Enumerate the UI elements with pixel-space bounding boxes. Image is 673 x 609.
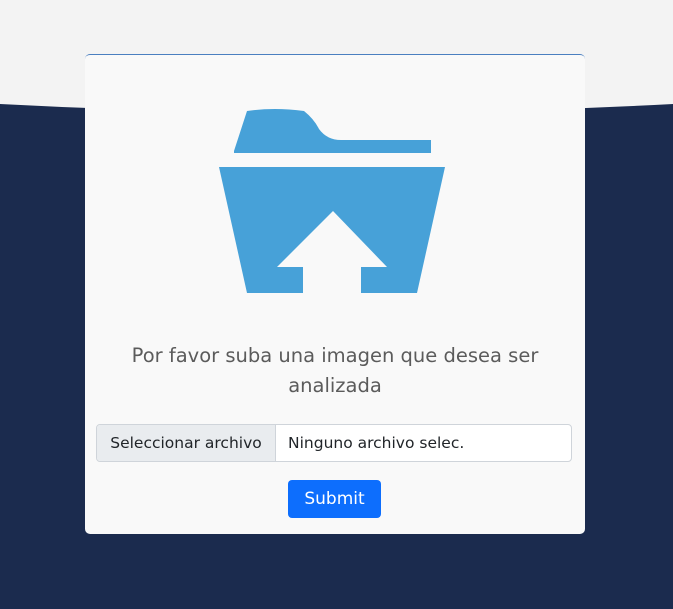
upload-prompt: Por favor suba una imagen que desea ser … [131, 344, 539, 397]
choose-file-button[interactable]: Seleccionar archivo [97, 425, 276, 461]
upload-card: Por favor suba una imagen que desea ser … [85, 54, 585, 534]
folder-upload-icon [219, 109, 445, 293]
file-name-status: Ninguno archivo selec. [288, 434, 465, 452]
submit-button[interactable]: Submit [288, 480, 381, 518]
file-input[interactable]: Seleccionar archivo Ninguno archivo sele… [96, 424, 572, 462]
